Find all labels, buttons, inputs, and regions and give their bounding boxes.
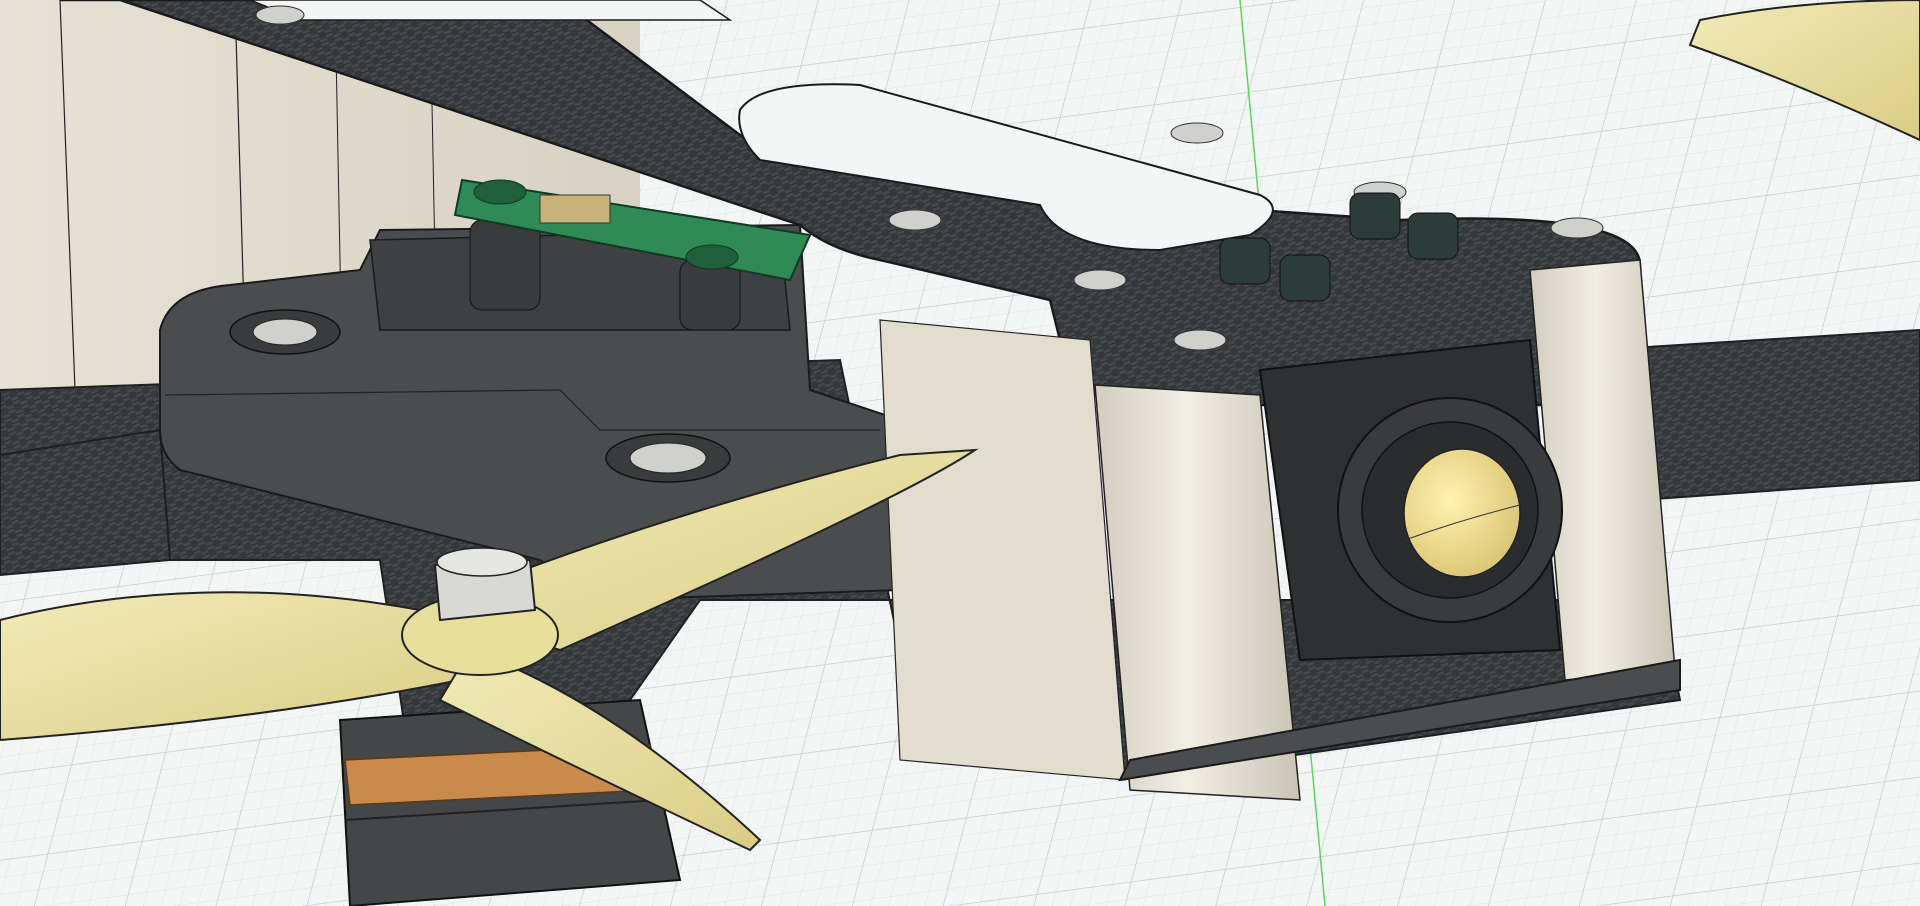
cad-viewport[interactable]: [0, 0, 1920, 906]
usb-connector: [539, 194, 611, 224]
drone-frame-3d-model[interactable]: [0, 0, 1920, 906]
screw-head: [629, 442, 707, 474]
fpv-camera[interactable]: [1258, 338, 1563, 662]
camera-lens: [1403, 448, 1521, 578]
screw-head: [252, 318, 318, 346]
